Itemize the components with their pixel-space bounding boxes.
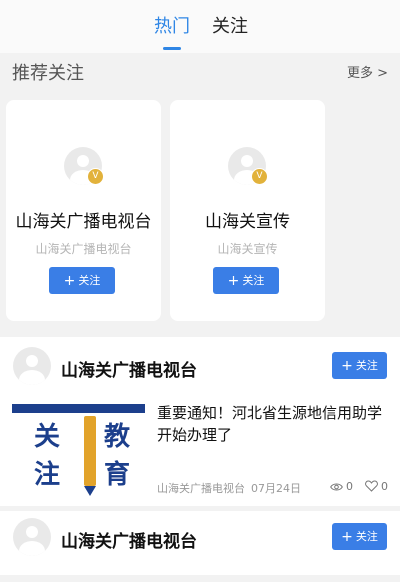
recommend-card[interactable]: V 山海关宣传 山海关宣传 + 关注 (170, 100, 325, 321)
more-link[interactable]: 更多 > (347, 62, 388, 81)
active-tab-indicator (163, 47, 181, 50)
plus-icon: + (341, 529, 353, 545)
top-tab-bar: 热门 关注 (0, 0, 400, 53)
thumbnail-text: 教 (104, 422, 131, 452)
view-count-value: 0 (346, 480, 353, 493)
follow-button[interactable]: + 关注 (213, 267, 279, 294)
follow-button-label: 关注 (355, 359, 378, 372)
plus-icon: + (227, 273, 240, 289)
article-source: 山海关广播电视台 (157, 482, 245, 495)
follow-button[interactable]: + 关注 (49, 267, 115, 294)
card-name: 山海关广播电视台 (15, 212, 152, 232)
follow-button-label: 关注 (242, 274, 265, 287)
section-title: 推荐关注 (12, 63, 84, 84)
like-count-value: 0 (381, 480, 388, 493)
plus-icon: + (63, 273, 76, 289)
like-count[interactable]: 0 (365, 480, 388, 493)
article-date: 07月24日 (251, 482, 301, 495)
verified-badge-icon: V (87, 168, 104, 185)
thumbnail-text: 育 (104, 460, 131, 490)
avatar-placeholder-icon[interactable] (13, 347, 51, 385)
feed-author-name[interactable]: 山海关广播电视台 (61, 527, 197, 552)
recommend-card[interactable]: V 山海关广播电视台 山海关广播电视台 + 关注 (6, 100, 161, 321)
follow-button-label: 关注 (78, 274, 101, 287)
card-subtitle: 山海关广播电视台 (35, 242, 132, 256)
eye-icon (330, 483, 343, 491)
feed-follow-button[interactable]: + 关注 (332, 352, 387, 379)
thumbnail-text: 关 (34, 422, 61, 452)
card-name: 山海关宣传 (205, 212, 290, 232)
follow-button-label: 关注 (355, 530, 378, 543)
heart-icon (365, 480, 378, 492)
tab-hot[interactable]: 热门 (154, 12, 190, 38)
feed-author-name[interactable]: 山海关广播电视台 (61, 356, 197, 381)
tab-follow[interactable]: 关注 (212, 12, 248, 38)
feed-follow-button[interactable]: + 关注 (332, 523, 387, 550)
plus-icon: + (341, 358, 353, 374)
article-thumbnail[interactable]: 关 教 注 育 (12, 404, 145, 496)
view-count: 0 (330, 480, 353, 493)
avatar-placeholder-icon[interactable] (13, 518, 51, 556)
card-subtitle: 山海关宣传 (217, 242, 278, 256)
feed-divider (0, 506, 400, 511)
article-headline[interactable]: 重要通知！河北省生源地信用助学开始办理了 (157, 402, 393, 446)
thumbnail-text: 注 (34, 460, 61, 490)
pencil-icon (84, 416, 96, 496)
article-meta: 山海关广播电视台 07月24日 (157, 480, 301, 496)
verified-badge-icon: V (251, 168, 268, 185)
